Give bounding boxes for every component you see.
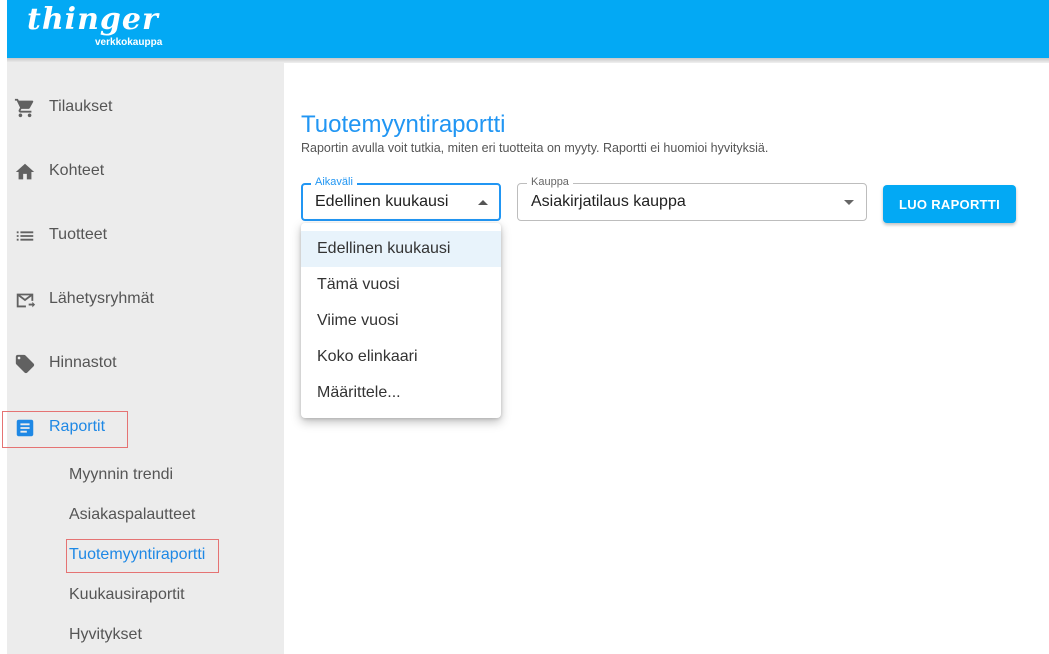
logo-wordmark: thinger [27,2,159,37]
caret-up-icon [478,200,488,205]
store-select[interactable]: Kauppa Asiakirjatilaus kauppa [517,176,867,221]
sidebar-item-hinnastot[interactable]: Hinnastot [7,346,284,382]
home-icon [14,161,36,183]
sidebar-item-raportit[interactable]: Raportit [7,410,284,446]
period-option[interactable]: Tämä vuosi [301,267,501,303]
sidebar-item-lahetysryhmat[interactable]: Lähetysryhmät [7,282,284,318]
report-icon [14,417,36,439]
app-header: thinger verkkokauppa [7,0,1049,58]
sidebar-item-label: Kohteet [49,162,105,179]
list-icon [14,225,36,247]
period-dropdown-menu: Edellinen kuukausi Tämä vuosi Viime vuos… [301,223,501,418]
sidebar-item-kohteet[interactable]: Kohteet [7,154,284,190]
period-select-label: Aikaväli [311,176,357,188]
period-option[interactable]: Koko elinkaari [301,339,501,375]
thinger-logo[interactable]: thinger verkkokauppa [27,2,162,49]
sidebar-item-label: Tilaukset [49,98,113,115]
sidebar-item-tuotteet[interactable]: Tuotteet [7,218,284,254]
sidebar-subitem-tuotemyyntiraportti[interactable]: Tuotemyyntiraportti [69,546,205,570]
tag-icon [14,353,36,375]
page-description: Raportin avulla voit tutkia, miten eri t… [301,141,769,155]
sidebar-item-tilaukset[interactable]: Tilaukset [7,90,284,126]
mail-forward-icon [14,289,36,311]
main-content: Tuotemyyntiraportti Raportin avulla voit… [284,73,1049,654]
sidebar-subitem-hyvitykset[interactable]: Hyvitykset [69,626,142,650]
page-title: Tuotemyyntiraportti [301,111,506,138]
sidebar-item-label: Lähetysryhmät [49,290,154,307]
sidebar-item-label: Hinnastot [49,354,117,371]
caret-down-icon [844,200,854,205]
period-option[interactable]: Edellinen kuukausi [301,231,501,267]
logo-subtitle: verkkokauppa [95,37,163,48]
period-select-value: Edellinen kuukausi [315,193,449,210]
period-select[interactable]: Aikaväli Edellinen kuukausi [301,176,501,221]
sidebar-subitem-asiakaspalautteet[interactable]: Asiakaspalautteet [69,506,195,530]
sidebar-subitem-kuukausiraportit[interactable]: Kuukausiraportit [69,586,185,610]
sidebar-item-label: Raportit [49,418,106,435]
cart-icon [14,97,36,119]
period-option[interactable]: Määrittele... [301,375,501,411]
sidebar: Tilaukset Kohteet Tuotteet Lähetysryhmät… [2,63,284,654]
sidebar-item-label: Tuotteet [49,226,108,243]
create-report-button[interactable]: LUO RAPORTTI [883,185,1016,223]
store-select-value: Asiakirjatilaus kauppa [531,193,686,210]
period-option[interactable]: Viime vuosi [301,303,501,339]
store-select-label: Kauppa [527,176,573,188]
sidebar-subitem-myynnin-trendi[interactable]: Myynnin trendi [69,466,173,490]
